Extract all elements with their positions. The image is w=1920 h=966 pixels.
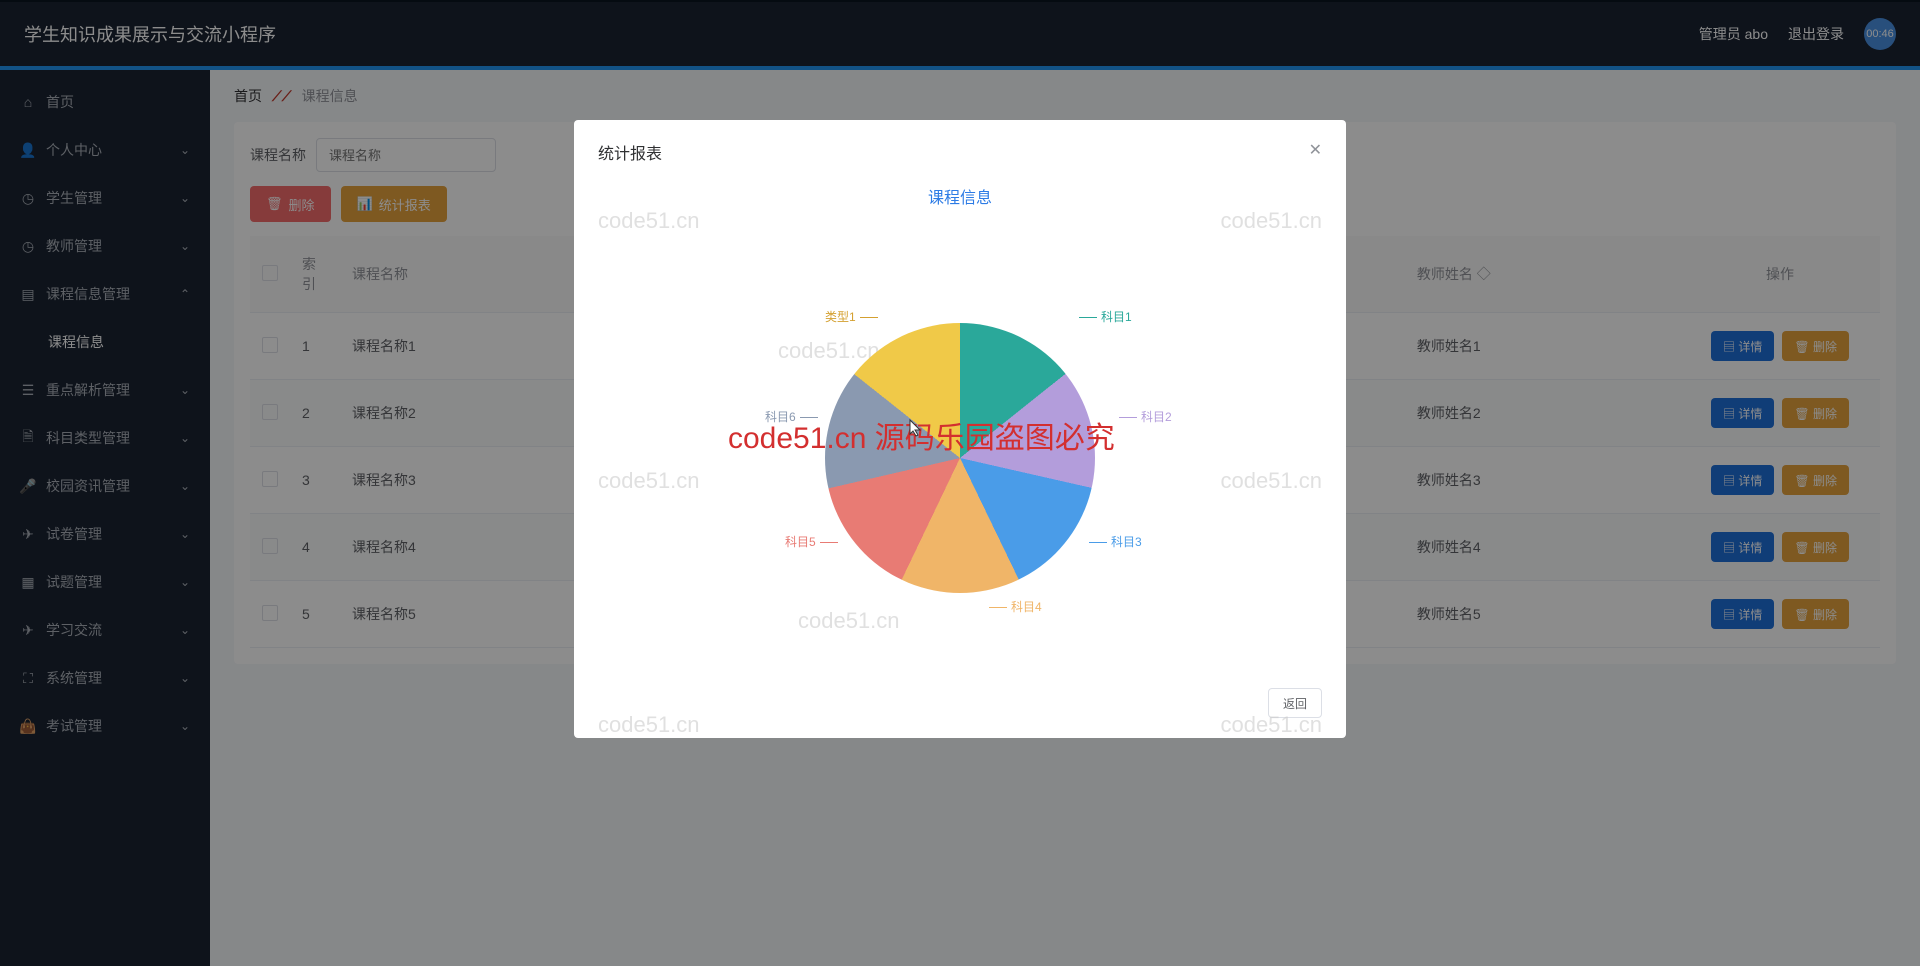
chart-title: 课程信息 <box>598 184 1322 208</box>
slice-label: 科目3 <box>1085 533 1142 550</box>
modal-overlay[interactable]: 统计报表 ✕ 课程信息 code51.cn code51.cn code51.c… <box>0 0 1920 966</box>
slice-label: 科目1 <box>1075 308 1132 325</box>
watermark: code51.cn <box>1220 208 1322 234</box>
stats-modal: 统计报表 ✕ 课程信息 code51.cn code51.cn code51.c… <box>574 120 1346 738</box>
close-icon[interactable]: ✕ <box>1309 140 1322 160</box>
watermark: code51.cn <box>798 608 900 634</box>
slice-label: 类型1 <box>825 308 882 325</box>
modal-title: 统计报表 <box>598 140 1322 164</box>
back-button[interactable]: 返回 <box>1268 688 1322 718</box>
watermark: code51.cn <box>598 468 700 494</box>
pie-graphic <box>825 323 1095 593</box>
slice-label: 科目2 <box>1115 408 1172 425</box>
watermark: code51.cn <box>1220 468 1322 494</box>
slice-label: 科目5 <box>785 533 842 550</box>
pie-chart: code51.cn code51.cn code51.cn code51.cn … <box>598 238 1322 678</box>
slice-label: 科目4 <box>985 598 1042 615</box>
slice-label: 科目6 <box>765 408 822 425</box>
watermark: code51.cn <box>598 208 700 234</box>
